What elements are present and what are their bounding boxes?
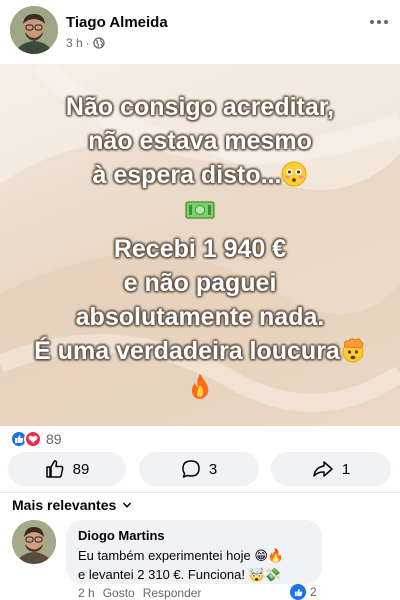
post-header: Tiago Almeida 3 h · [0,0,400,64]
comment-text: Eu também experimentei hoje 😁🔥 e levante… [78,546,310,584]
reactions-summary[interactable]: 89 [10,430,62,448]
love-icon [24,430,42,448]
flushed-face-icon [281,161,307,187]
mind-blown-icon [342,338,364,363]
comment-meta: 2 h Gosto Responder [78,586,201,600]
post-line-7: É uma verdadeira loucura [34,337,340,365]
post-time[interactable]: 3 h [66,36,83,50]
comment-reply-link[interactable]: Responder [143,586,202,600]
post-line-3-wrap: à espera disto... [0,158,400,192]
comment-icon [182,460,200,478]
post-line-3: à espera disto... [92,161,282,189]
comment-time[interactable]: 2 h [78,586,95,600]
more-options-button[interactable] [368,12,390,32]
chevron-down-icon [123,502,132,508]
comment-button[interactable]: 3 [139,452,259,486]
post-line-6: absolutamente nada. [75,303,325,331]
post-text: Não consigo acreditar, não estava mesmo … [0,90,400,402]
author-avatar[interactable] [10,6,58,54]
fire-line [0,368,400,402]
money-icon [185,201,215,219]
post-line-4: Recebi 1 940 € [113,235,287,263]
commenter-name[interactable]: Diogo Martins [78,528,310,544]
comment-count: 3 [208,460,218,478]
meta-separator: · [85,36,90,50]
post-image[interactable]: Não consigo acreditar, não estava mesmo … [0,64,400,426]
reaction-count: 89 [46,431,62,447]
comment-line-1: Eu também experimentei hoje 😁🔥 [78,548,285,563]
divider [0,492,400,493]
comment-like-link[interactable]: Gosto [103,586,135,600]
post-line-2: não estava mesmo [88,127,312,155]
sort-label: Mais relevantes [12,497,117,513]
comment-sort-dropdown[interactable]: Mais relevantes [12,497,132,513]
share-count: 1 [341,460,351,478]
post-line-5: e não paguei [123,269,277,297]
comment-reaction-count: 2 [310,585,317,599]
comment-line-2: e levantei 2 310 €. Funciona! 🤯💸 [78,567,281,582]
more-icon [370,20,374,24]
post-meta: 3 h · [66,36,105,50]
share-button[interactable]: 1 [271,452,391,486]
like-icon [45,460,64,478]
money-line [0,192,400,226]
commenter-avatar[interactable] [12,520,56,564]
comment-reactions[interactable]: 2 [290,584,317,600]
post-line-1: Não consigo acreditar, [65,93,335,121]
fire-icon [191,374,209,400]
like-count: 89 [72,460,90,478]
like-icon [290,584,306,600]
post-line-7-wrap: É uma verdadeira loucura [0,334,400,368]
author-name[interactable]: Tiago Almeida [66,14,168,31]
share-icon [313,461,333,477]
globe-icon [93,37,105,49]
comment-bubble[interactable]: Diogo Martins Eu também experimentei hoj… [66,520,322,584]
like-button[interactable]: 89 [8,452,126,486]
